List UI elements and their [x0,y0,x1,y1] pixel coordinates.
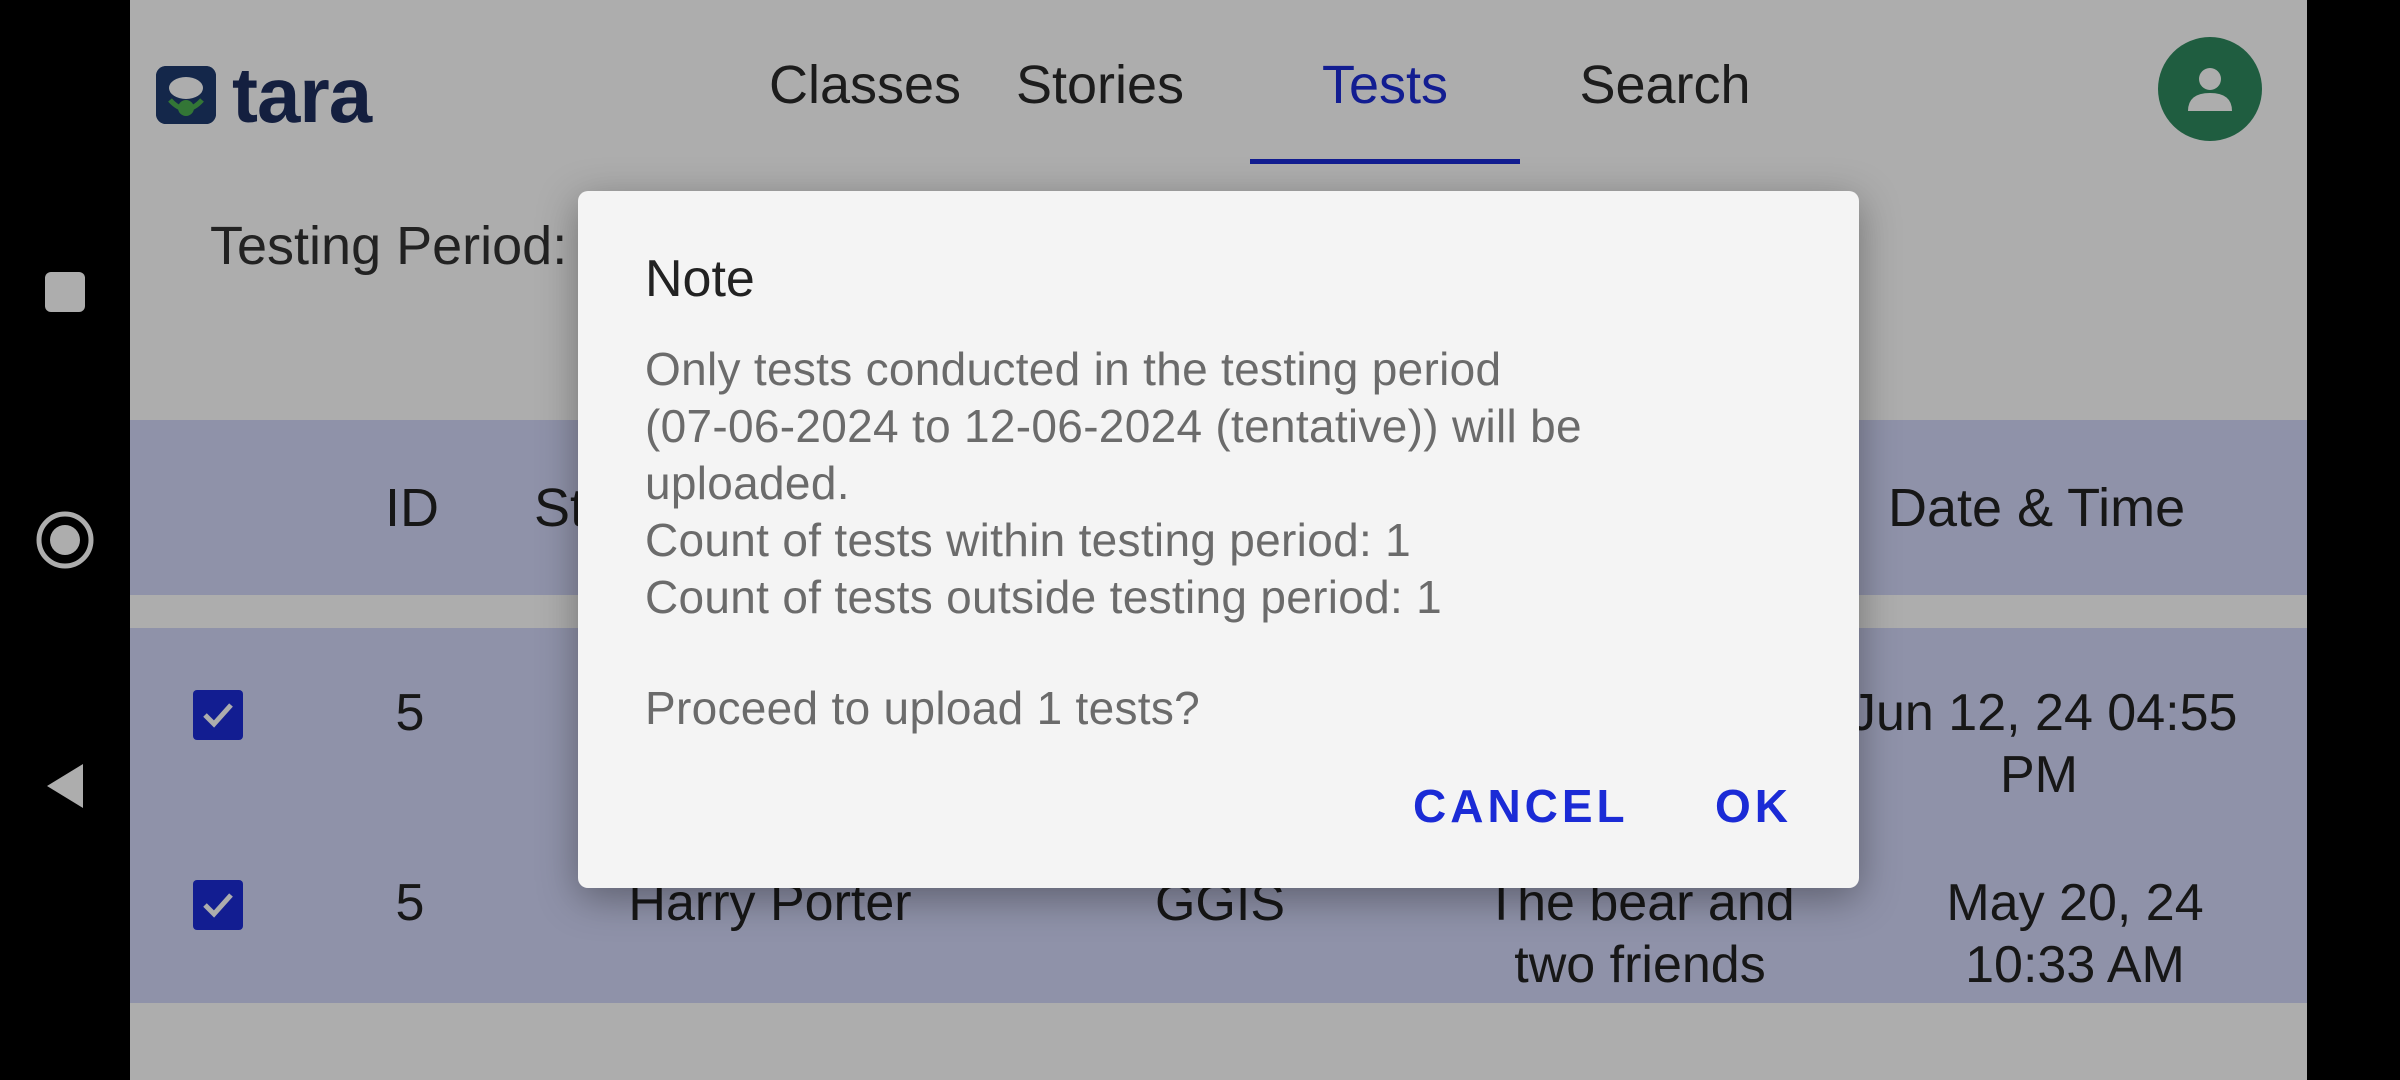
dialog-title: Note [645,250,755,308]
upload-note-dialog: Note Only tests conducted in the testing… [578,191,1859,888]
cancel-button[interactable]: CANCEL [1413,766,1629,846]
dialog-message: Only tests conducted in the testing peri… [645,343,1582,623]
dialog-question: Proceed to upload 1 tests? [645,682,1201,734]
ok-button[interactable]: OK [1715,766,1792,846]
